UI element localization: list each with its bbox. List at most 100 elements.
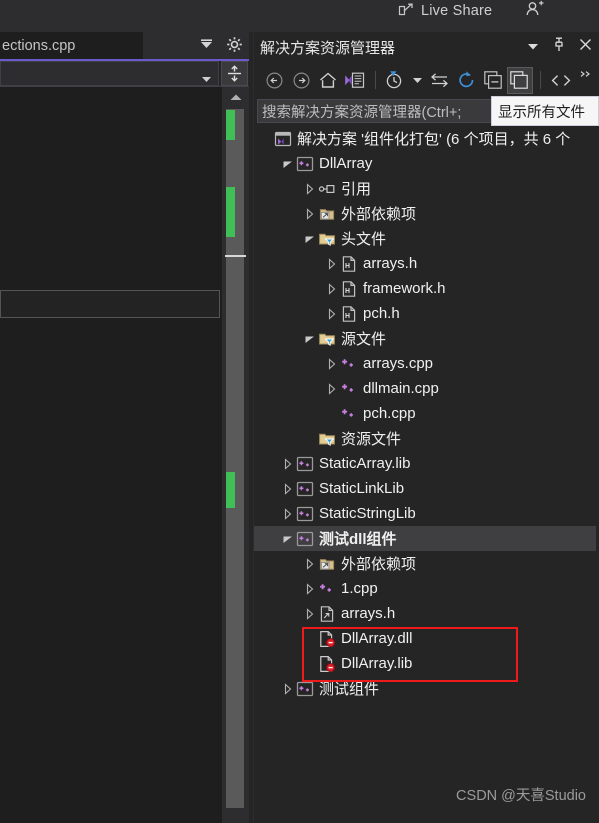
- toolbar-separator: [374, 71, 376, 89]
- filter-folder-icon: [318, 330, 336, 348]
- chevron-collapsed-icon[interactable]: [302, 206, 318, 222]
- tree-row[interactable]: 1.cpp: [254, 576, 599, 601]
- panel-title: 解决方案资源管理器: [260, 39, 396, 57]
- tree-row-label: 测试组件: [319, 681, 380, 698]
- chevron-expanded-icon[interactable]: [302, 231, 318, 247]
- tree-row[interactable]: StaticArray.lib: [254, 451, 599, 476]
- tree-row[interactable]: 头文件: [254, 226, 599, 251]
- tree-row-label: arrays.cpp: [363, 355, 434, 372]
- close-icon[interactable]: [579, 38, 592, 56]
- collapse-all-button[interactable]: [480, 67, 506, 94]
- excluded-file-icon: [318, 630, 336, 648]
- tree-row[interactable]: 引用: [254, 176, 599, 201]
- chevron-expanded-icon[interactable]: [280, 156, 296, 172]
- chevron-collapsed-icon[interactable]: [324, 381, 340, 397]
- show-all-files-tooltip: 显示所有文件: [491, 96, 599, 126]
- tooltip-text: 显示所有文件: [498, 104, 585, 121]
- editor-text-area[interactable]: [0, 87, 222, 823]
- toolbar-separator: [539, 71, 541, 89]
- navigation-member-dropdown[interactable]: [0, 61, 219, 86]
- tree-row[interactable]: pch.h: [254, 301, 599, 326]
- editor-vertical-scrollbar[interactable]: [222, 87, 249, 823]
- cpp-file-icon: [340, 405, 358, 423]
- tree-row[interactable]: DllArray: [254, 151, 599, 176]
- forward-button[interactable]: [289, 67, 315, 94]
- pending-changes-dropdown[interactable]: [409, 67, 426, 94]
- change-marker: [226, 110, 235, 140]
- chevron-collapsed-icon[interactable]: [302, 556, 318, 572]
- chevron-collapsed-icon[interactable]: [324, 256, 340, 272]
- header-file-icon: [340, 305, 358, 323]
- tree-row-label: 1.cpp: [341, 580, 378, 597]
- home-button[interactable]: [315, 67, 341, 94]
- tree-row-label: 外部依赖项: [341, 556, 417, 573]
- live-share-button[interactable]: Live Share: [398, 0, 492, 22]
- people-add-icon[interactable]: [524, 0, 546, 25]
- tree-row[interactable]: 测试dll组件: [254, 526, 599, 551]
- solution-explorer-toolbar: [254, 62, 599, 98]
- chevron-collapsed-icon[interactable]: [324, 306, 340, 322]
- excluded-header-icon: [318, 605, 336, 623]
- tree-row[interactable]: 资源文件: [254, 426, 599, 451]
- editor-pane: ections.cpp: [0, 32, 249, 823]
- external-deps-icon: [318, 555, 336, 573]
- tree-row[interactable]: 外部依赖项: [254, 201, 599, 226]
- chevron-collapsed-icon[interactable]: [324, 281, 340, 297]
- show-all-files-button[interactable]: [507, 66, 533, 94]
- tree-row[interactable]: StaticStringLib: [254, 501, 599, 526]
- chevron-expanded-icon[interactable]: [280, 531, 296, 547]
- sync-with-active-document-button[interactable]: [427, 67, 453, 94]
- tree-row[interactable]: arrays.h: [254, 601, 599, 626]
- split-horizontal-icon[interactable]: [221, 61, 248, 86]
- chevron-collapsed-icon[interactable]: [324, 356, 340, 372]
- tree-row-label: 解决方案 '组件化打包' (6 个项目，共 6 个: [297, 131, 571, 148]
- scroll-up-arrow-icon[interactable]: [222, 89, 249, 106]
- chevron-collapsed-icon[interactable]: [302, 181, 318, 197]
- search-placeholder: 搜索解决方案资源管理器(Ctrl+;: [262, 104, 462, 121]
- view-code-button[interactable]: [548, 67, 574, 94]
- references-icon: [318, 180, 336, 198]
- tree-row[interactable]: DllArray.lib: [254, 651, 599, 676]
- chevron-collapsed-icon[interactable]: [280, 681, 296, 697]
- tree-row[interactable]: StaticLinkLib: [254, 476, 599, 501]
- scrollbar-thumb[interactable]: [226, 732, 244, 808]
- tree-row-label: pch.cpp: [363, 405, 416, 422]
- solution-tree[interactable]: 解决方案 '组件化打包' (6 个项目，共 6 个 DllArray 引用外部依赖项…: [254, 126, 599, 823]
- tree-row[interactable]: framework.h: [254, 276, 599, 301]
- chevron-collapsed-icon[interactable]: [280, 481, 296, 497]
- tree-row-label: arrays.h: [363, 255, 418, 272]
- visual-studio-window: Live Share ections.cpp 解决方案资源管理器 搜索解决方案资…: [0, 0, 599, 823]
- live-share-label: Live Share: [421, 3, 493, 19]
- chevron-collapsed-icon[interactable]: [302, 581, 318, 597]
- tree-row[interactable]: 解决方案 '组件化打包' (6 个项目，共 6 个: [254, 126, 599, 151]
- tree-row-label: 源文件: [341, 331, 387, 348]
- chevron-collapsed-icon[interactable]: [302, 606, 318, 622]
- tree-row-label: StaticStringLib: [319, 505, 416, 522]
- editor-tab-active[interactable]: ections.cpp: [0, 32, 143, 59]
- chevron-collapsed-icon[interactable]: [280, 456, 296, 472]
- tree-row[interactable]: arrays.h: [254, 251, 599, 276]
- gear-icon[interactable]: [226, 36, 243, 58]
- tree-row[interactable]: 外部依赖项: [254, 551, 599, 576]
- pin-icon[interactable]: [553, 37, 565, 57]
- tree-row-label: 头文件: [341, 231, 387, 248]
- tree-row[interactable]: arrays.cpp: [254, 351, 599, 376]
- refresh-button[interactable]: [454, 67, 480, 94]
- tree-row[interactable]: 测试组件: [254, 676, 599, 701]
- back-button[interactable]: [262, 67, 288, 94]
- window-dropdown-icon[interactable]: [527, 38, 539, 56]
- chevron-collapsed-icon[interactable]: [280, 506, 296, 522]
- tree-row-label: arrays.h: [341, 605, 396, 622]
- chevron-expanded-icon[interactable]: [302, 331, 318, 347]
- tree-row[interactable]: pch.cpp: [254, 401, 599, 426]
- tree-row[interactable]: dllmain.cpp: [254, 376, 599, 401]
- solution-explorer-view-button[interactable]: [342, 67, 368, 94]
- tree-row[interactable]: 源文件: [254, 326, 599, 351]
- tree-row-label: 引用: [341, 181, 372, 198]
- pending-changes-button[interactable]: [382, 67, 408, 94]
- cpp-file-icon: [340, 355, 358, 373]
- tree-row[interactable]: DllArray.dll: [254, 626, 599, 651]
- tab-overflow-icon[interactable]: [198, 38, 215, 57]
